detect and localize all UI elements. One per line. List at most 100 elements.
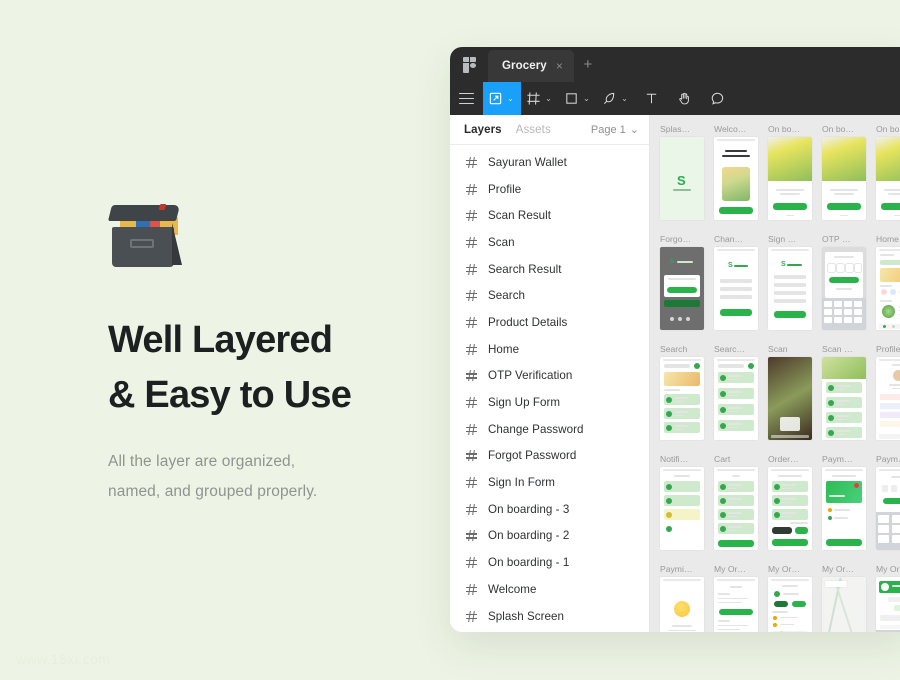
frame-label[interactable]: My Or… [822,563,866,575]
close-icon[interactable]: × [556,60,563,72]
frame-label[interactable]: On bo… [822,123,866,135]
layer-row[interactable]: Sayuran Wallet [450,149,649,176]
canvas-frame[interactable]: Paym… [822,453,866,550]
frame-label[interactable]: On bo… [768,123,812,135]
move-tool-icon[interactable]: ⌄ [483,82,521,115]
chevron-down-icon[interactable]: ⌄ [545,94,552,103]
frame-label[interactable]: Home [876,233,900,245]
layer-row[interactable]: On boarding - 3 [450,496,649,523]
canvas-frame[interactable]: On bo… [876,123,900,220]
frame-thumbnail[interactable] [768,467,812,550]
tab-grocery[interactable]: Grocery × [488,50,574,82]
canvas-frame[interactable]: Forgo… S [660,233,704,330]
canvas-frame[interactable]: Scan … [822,343,866,440]
frame-thumbnail[interactable] [822,577,866,632]
frame-thumbnail[interactable] [660,577,704,632]
frame-thumbnail[interactable]: S [714,247,758,330]
figma-logo-icon[interactable] [450,47,488,82]
frame-thumbnail[interactable]: S [660,137,704,220]
chevron-down-icon[interactable]: ⌄ [621,94,628,103]
layer-row[interactable]: Sign In Form [450,469,649,496]
frame-label[interactable]: Order… [768,453,812,465]
pen-tool-icon[interactable]: ⌄ [597,82,635,115]
canvas-frame[interactable]: My Or… [768,563,812,632]
page-selector[interactable]: Page 1 ⌄ [591,123,639,137]
frame-label[interactable]: My Or… [876,563,900,575]
canvas-frame[interactable]: My Or… [876,563,900,632]
canvas-frame[interactable]: Paym… [876,453,900,550]
canvas-frame[interactable]: Splas… S [660,123,704,220]
frame-thumbnail[interactable] [660,467,704,550]
layer-row[interactable]: Splash Screen [450,603,649,630]
frame-thumbnail[interactable] [714,577,758,632]
frame-label[interactable]: Paym… [822,453,866,465]
layer-row[interactable]: Profile [450,176,649,203]
layer-row[interactable]: On boarding - 2 [450,523,649,550]
frame-thumbnail[interactable]: S [660,247,704,330]
canvas-frame[interactable]: Sign … S [768,233,812,330]
layer-row[interactable]: Forgot Password [450,443,649,470]
text-tool-icon[interactable] [635,82,668,115]
frame-thumbnail[interactable] [876,577,900,632]
tab-layers[interactable]: Layers [464,124,502,136]
layer-row[interactable]: Search [450,282,649,309]
canvas-frame[interactable]: Search [660,343,704,440]
hand-tool-icon[interactable] [668,82,701,115]
frame-label[interactable]: My Or… [768,563,812,575]
layer-row[interactable]: Sign Up Form [450,389,649,416]
frame-label[interactable]: Paymi… [660,563,704,575]
frame-label[interactable]: Notifi… [660,453,704,465]
frame-label[interactable]: Scan [768,343,812,355]
chevron-down-icon[interactable]: ⌄ [507,94,514,103]
frame-tool-icon[interactable]: ⌄ [521,82,559,115]
frame-thumbnail[interactable] [876,467,900,550]
frame-thumbnail[interactable] [822,467,866,550]
layer-row[interactable]: Change Password [450,416,649,443]
frame-label[interactable]: Searc… [714,343,758,355]
canvas-frame[interactable]: Welco… [714,123,758,220]
layer-row[interactable]: Search Result [450,256,649,283]
canvas-frame[interactable]: On bo… [768,123,812,220]
layer-row[interactable]: Welcome [450,576,649,603]
layer-row[interactable]: Product Details [450,309,649,336]
canvas-frame[interactable]: Paymi… [660,563,704,632]
frame-label[interactable]: Cart [714,453,758,465]
layer-row[interactable]: Home [450,336,649,363]
canvas-frame[interactable]: My Or… [714,563,758,632]
shape-tool-icon[interactable]: ⌄ [559,82,597,115]
canvas-frame[interactable]: Home [876,233,900,330]
frame-label[interactable]: On bo… [876,123,900,135]
frame-label[interactable]: Chan… [714,233,758,245]
frame-label[interactable]: Profile [876,343,900,355]
frame-label[interactable]: Paym… [876,453,900,465]
canvas-frame[interactable]: OTP … [822,233,866,330]
canvas-frame[interactable]: Cart [714,453,758,550]
frame-thumbnail[interactable]: S [768,247,812,330]
layer-row[interactable]: OTP Verification [450,363,649,390]
frame-label[interactable]: Scan … [822,343,866,355]
frame-label[interactable]: Welco… [714,123,758,135]
frame-thumbnail[interactable] [714,357,758,440]
menu-icon[interactable] [450,82,483,115]
comment-tool-icon[interactable] [701,82,734,115]
canvas-frame[interactable]: On bo… [822,123,866,220]
frame-thumbnail[interactable] [660,357,704,440]
frame-label[interactable]: My Or… [714,563,758,575]
frame-thumbnail[interactable] [876,357,900,440]
frame-thumbnail[interactable] [876,247,900,330]
frame-label[interactable]: Splas… [660,123,704,135]
frame-thumbnail[interactable] [876,137,900,220]
frame-label[interactable]: OTP … [822,233,866,245]
canvas-viewport[interactable]: Splas…SWelco…On bo…On bo…On bo…SiSForgo…… [650,115,900,632]
layer-row[interactable]: Scan [450,229,649,256]
canvas-frame[interactable]: My Or… [822,563,866,632]
layer-list[interactable]: Sayuran Wallet Profile Scan Result Scan Sear… [450,145,649,632]
frame-thumbnail[interactable] [714,467,758,550]
frame-thumbnail[interactable] [822,357,866,440]
canvas-frame[interactable]: Profile [876,343,900,440]
frame-label[interactable]: Forgo… [660,233,704,245]
layer-row[interactable]: Scan Result [450,202,649,229]
frame-label[interactable]: Search [660,343,704,355]
chevron-down-icon[interactable]: ⌄ [583,94,590,103]
new-tab-icon[interactable]: + [574,47,602,82]
